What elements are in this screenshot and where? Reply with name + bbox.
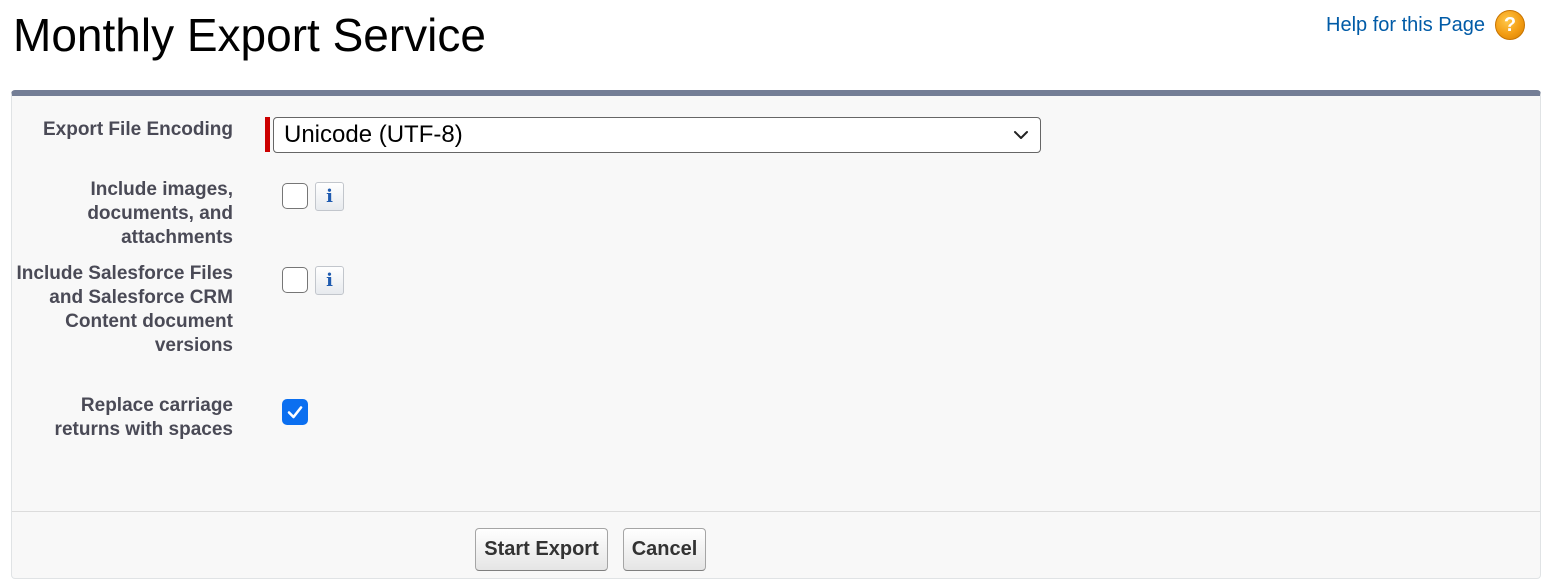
help-link[interactable]: Help for this Page [1326,14,1485,37]
encoding-label: Export File Encoding [42,119,233,140]
help-section: Help for this Page ? [1326,8,1525,42]
info-icon[interactable]: i [315,182,344,211]
replace-returns-label: Replace carriage returns with spaces [54,395,233,440]
include-files-label: Include Salesforce Files and Salesforce … [16,263,233,356]
required-indicator [265,117,270,152]
question-icon[interactable]: ? [1494,10,1525,40]
checkmark-icon [287,406,303,419]
monthly-export-page: Monthly Export Service Help for this Pag… [0,0,1552,586]
encoding-selected-value: Unicode (UTF-8) [284,121,463,148]
include-files-checkbox[interactable] [282,267,308,293]
info-icon[interactable]: i [315,266,344,295]
start-export-button[interactable]: Start Export [475,528,608,571]
chevron-down-icon [1014,131,1028,139]
include-images-label: Include images, documents, and attachmen… [87,179,233,248]
cancel-button[interactable]: Cancel [623,528,706,571]
replace-returns-checkbox[interactable] [282,399,308,425]
export-form-panel: Export File Encoding Unicode (UTF-8) Inc… [11,90,1541,579]
button-divider [12,511,1540,512]
page-title: Monthly Export Service [13,9,486,61]
encoding-select[interactable]: Unicode (UTF-8) [273,117,1041,153]
include-images-checkbox[interactable] [282,183,308,209]
